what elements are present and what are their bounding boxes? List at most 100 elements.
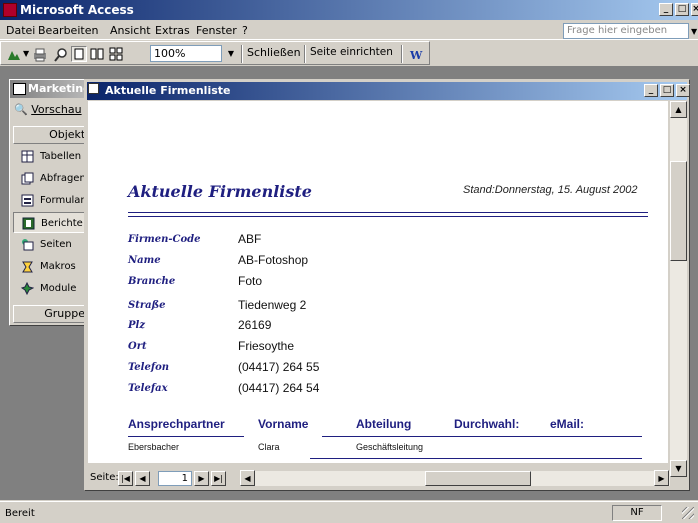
menu-extras[interactable]: Extras [155,24,190,37]
report-window-title: Aktuelle Firmenliste [87,82,687,100]
ask-dropdown-icon[interactable]: ▼ [691,27,697,36]
field-label: Plz [128,320,145,331]
heading-rule [128,216,648,217]
field-label: Telefon [128,362,170,373]
menu-datei[interactable]: Datei [6,24,35,37]
db-item-label: Makros [40,261,76,272]
table-cell: Clara [258,442,280,452]
app-title: Microsoft Access [20,3,134,17]
scroll-up-icon[interactable]: ▲ [670,101,687,118]
query-icon [21,172,34,185]
field-label: Ort [128,341,147,352]
view-dropdown-icon[interactable]: ▼ [23,49,29,65]
database-icon [13,83,26,95]
one-page-icon[interactable] [71,46,87,62]
column-rule [128,436,244,437]
print-icon[interactable] [31,46,47,62]
column-header: eMail: [550,417,585,431]
db-item-label: Module [40,283,77,294]
scroll-right-icon[interactable]: ▶ [654,470,669,486]
report-window-icon [88,83,99,94]
form-icon [21,194,34,207]
prev-page-icon[interactable]: ◀ [135,471,150,486]
db-item-label: Tabellen [40,151,82,162]
toolbar-separator [401,45,403,63]
preview-button[interactable]: 🔍 Vorschau [14,103,82,116]
db-item-label: Formulare [40,195,91,206]
report-heading: Aktuelle Firmenliste [128,182,312,201]
ask-question-input[interactable]: Frage hier eingeben [563,23,689,39]
row-rule [310,458,482,459]
resize-grip-icon[interactable] [682,507,694,519]
app-titlebar: Microsoft Access _ □ × [0,0,698,20]
module-icon [20,281,35,296]
next-page-icon[interactable]: ▶ [194,471,209,486]
db-item-label: Abfragen [40,173,86,184]
heading-rule [128,212,648,213]
record-navigation: Seite: |◀ ◀ 1 ▶ ▶| ◀ ▶ [88,469,670,488]
field-label: Branche [128,276,176,287]
restore-button[interactable]: □ [675,3,689,16]
page-icon [21,238,34,251]
view-icon[interactable] [5,46,21,62]
close-button[interactable]: × [691,3,698,16]
svg-text:W: W [409,49,423,62]
field-label: Straße [128,300,166,311]
status-bar: Bereit NF [0,501,698,523]
column-header: Ansprechpartner [128,417,225,431]
scroll-left-icon[interactable]: ◀ [240,470,255,486]
last-page-icon[interactable]: ▶| [211,471,226,486]
table-cell: Ebersbacher [128,442,180,452]
zoom-icon[interactable] [52,46,68,62]
field-label: Name [128,255,161,266]
table-cell: Geschäftsleitung [356,442,424,452]
numlock-indicator: NF [612,505,662,521]
db-item-label: Seiten [40,239,72,250]
column-header: Abteilung [356,417,412,431]
page-setup-button[interactable]: Seite einrichten [310,46,393,62]
menu-ansicht[interactable]: Ansicht [110,24,151,37]
report-minimize-button[interactable]: _ [644,84,658,97]
multiple-pages-icon[interactable] [108,46,124,62]
minimize-button[interactable]: _ [659,3,673,16]
report-page: Aktuelle Firmenliste Stand:Donnerstag, 1… [88,101,668,463]
macro-icon [21,260,34,273]
zoom-select[interactable]: 100% [150,45,222,62]
horizontal-scroll-thumb[interactable] [425,471,531,486]
horizontal-scrollbar[interactable]: ◀ ▶ [240,470,670,486]
row-rule [482,458,642,459]
toolbar-separator [241,45,243,63]
menu-help[interactable]: ? [242,24,248,37]
status-text: Bereit [5,508,35,519]
vertical-scroll-thumb[interactable] [670,161,687,261]
preview-label: Vorschau [31,103,82,116]
two-pages-icon[interactable] [89,46,105,62]
report-window-controls: _ □ × [644,84,690,97]
report-restore-button[interactable]: □ [660,84,674,97]
first-page-icon[interactable]: |◀ [118,471,133,486]
window-controls: _ □ × [659,3,698,16]
report-close-button[interactable]: × [676,84,690,97]
zoom-dropdown-icon[interactable]: ▼ [225,46,237,62]
column-header: Vorname [258,417,309,431]
word-export-icon[interactable]: W [407,46,423,62]
field-value: ABF [238,232,262,246]
column-header: Durchwahl: [454,417,520,431]
access-icon [3,3,17,17]
preview-icon: 🔍 [14,103,28,116]
field-value: Foto [238,274,263,288]
scroll-down-icon[interactable]: ▼ [670,460,687,477]
toolbar-separator [304,45,306,63]
field-value: (04417) 264 54 [238,381,320,395]
field-value: AB-Fotoshop [238,253,309,267]
vertical-scrollbar[interactable]: ▲ ▼ [670,101,687,477]
close-preview-button[interactable]: Schließen [247,46,301,62]
report-preview-window[interactable]: Aktuelle Firmenliste _ □ × Aktuelle Firm… [84,79,690,491]
field-label: Telefax [128,383,168,394]
field-value: (04417) 264 55 [238,360,320,374]
report-icon [22,217,35,230]
column-rule [322,436,642,437]
menu-fenster[interactable]: Fenster [196,24,237,37]
menu-bearbeiten[interactable]: Bearbeiten [38,24,98,37]
page-number-input[interactable]: 1 [158,471,192,486]
